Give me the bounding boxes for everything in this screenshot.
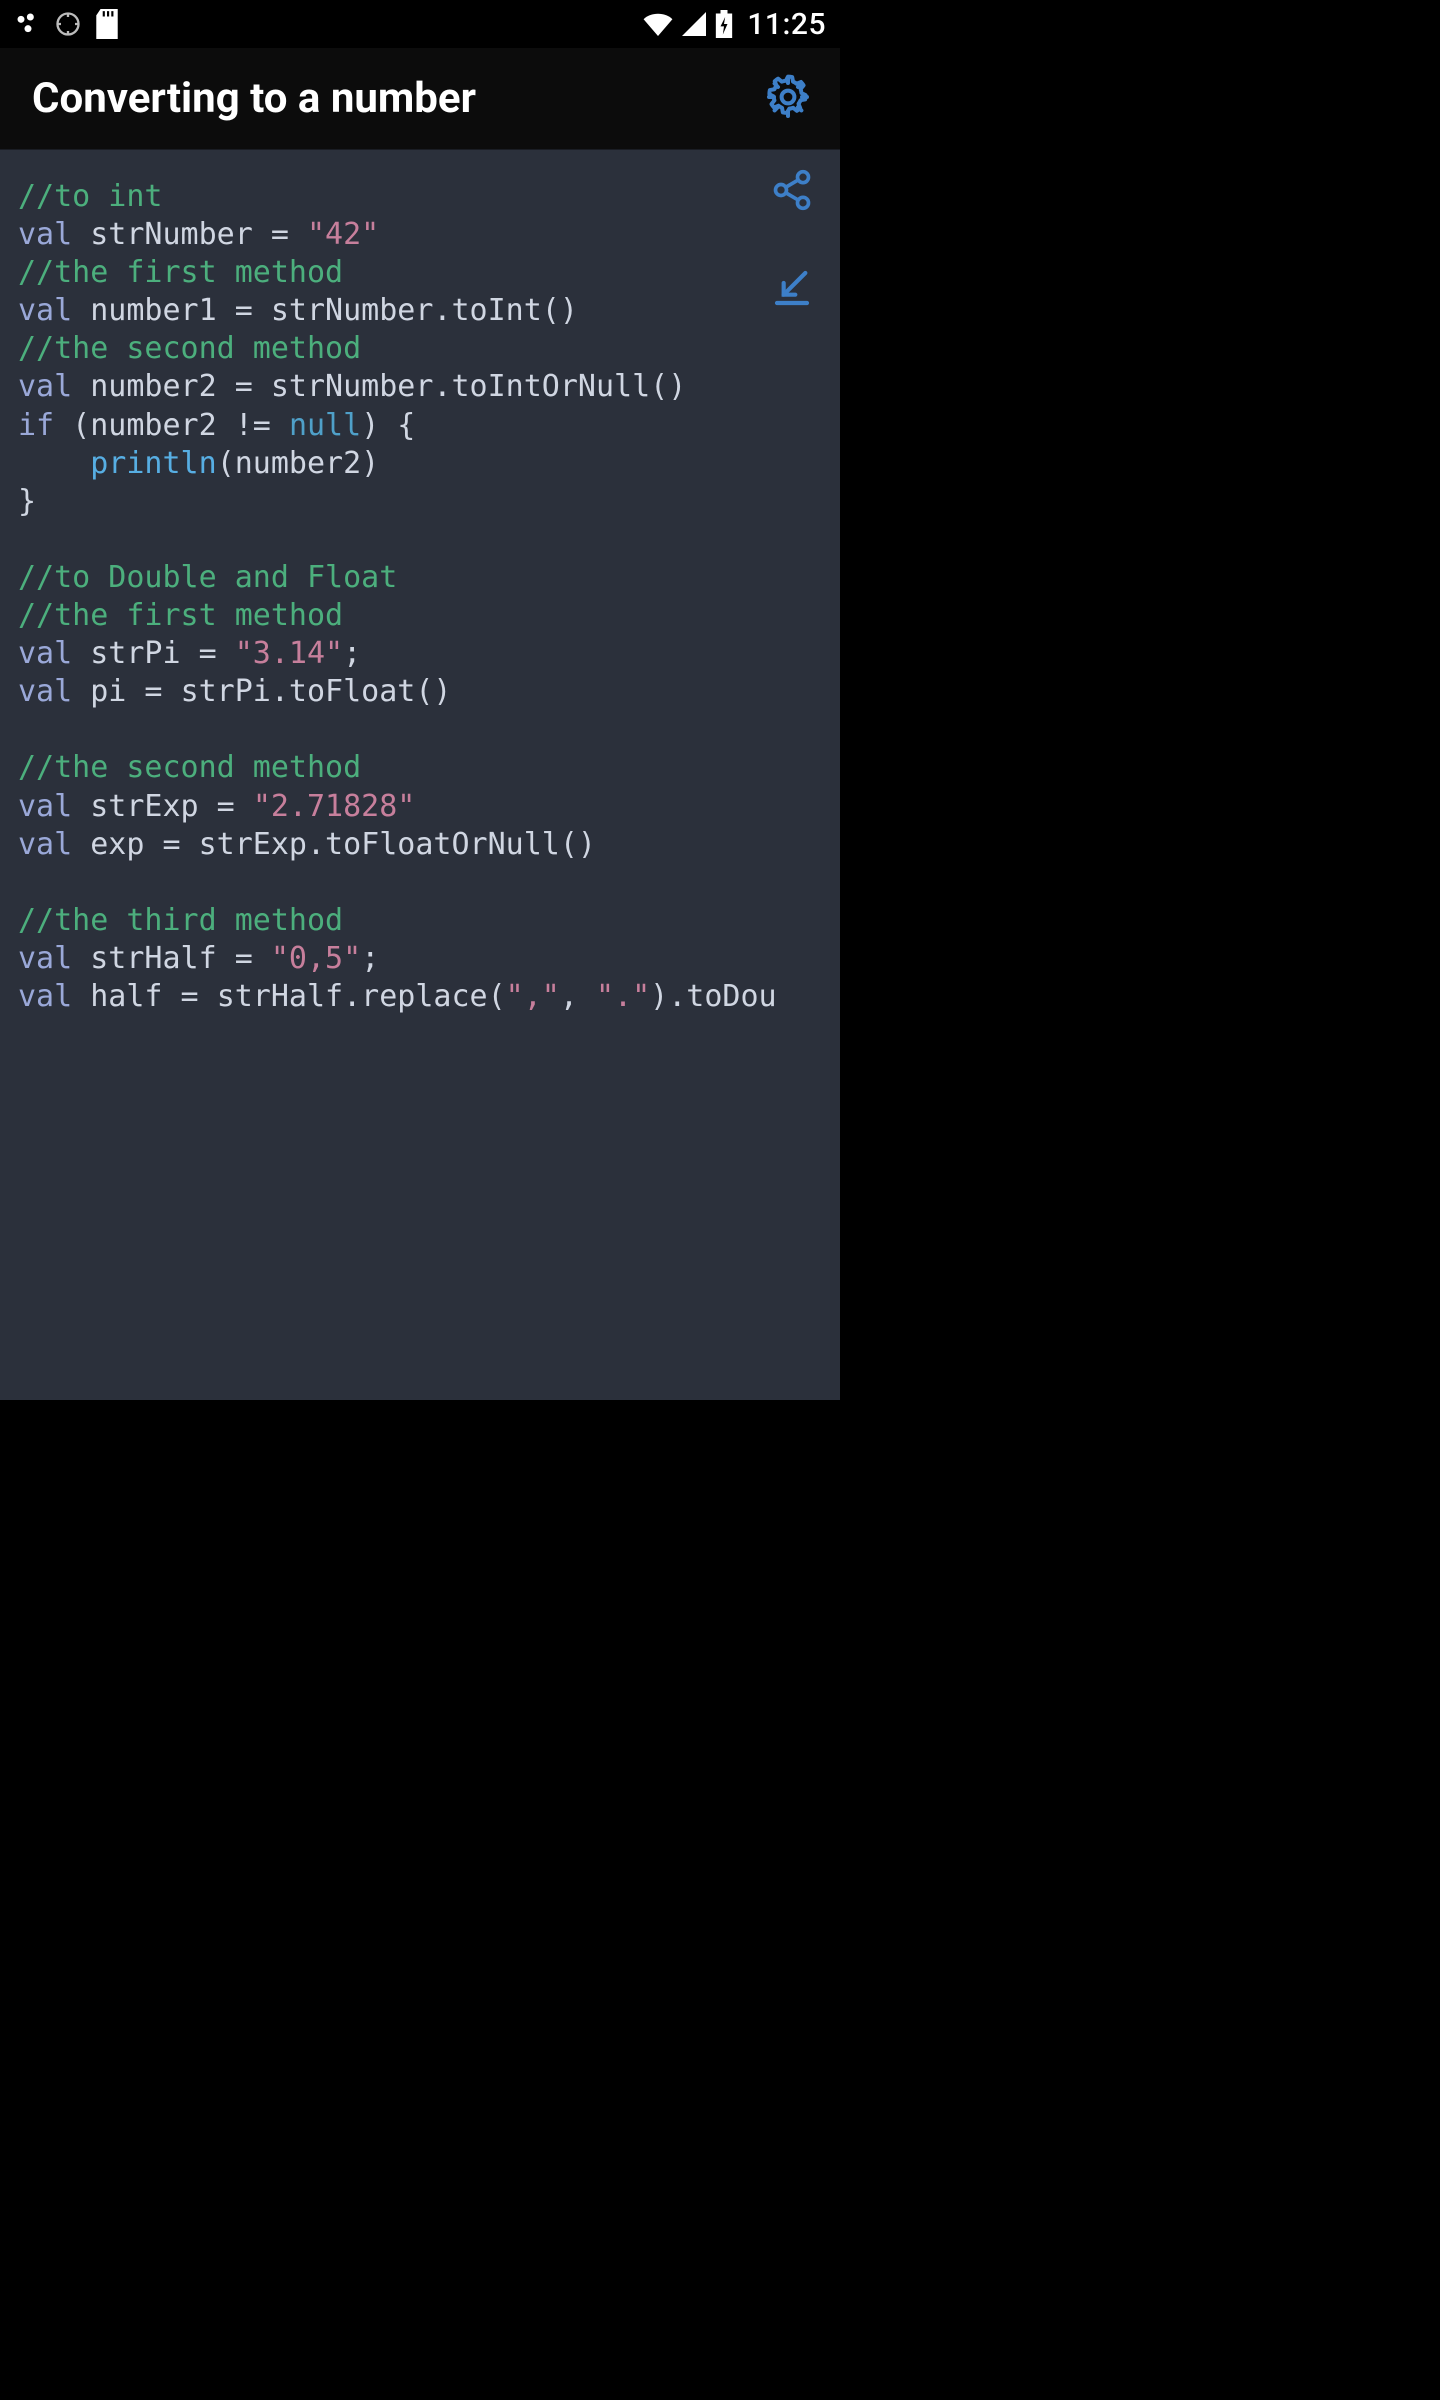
code-comment: //to int xyxy=(18,179,163,214)
share-icon xyxy=(770,168,814,216)
code-string: "0,5" xyxy=(271,941,361,976)
code-keyword: val xyxy=(18,827,72,862)
page-title: Converting to a number xyxy=(32,74,476,123)
code-expr: strNumber.toIntOrNull() xyxy=(271,369,686,404)
gear-icon xyxy=(764,73,812,125)
download-to-line-icon xyxy=(772,268,812,312)
code-punct: , xyxy=(560,979,596,1014)
code-operator: = xyxy=(199,789,253,824)
notification-dots-icon xyxy=(14,10,42,38)
code-expr: strHalf.replace( xyxy=(217,979,506,1014)
download-button[interactable] xyxy=(766,264,818,316)
code-identifier: number1 xyxy=(90,293,216,328)
code-expr: strNumber.toInt() xyxy=(271,293,578,328)
code-identifier: half xyxy=(90,979,162,1014)
battery-charging-icon xyxy=(715,10,733,38)
code-function: println xyxy=(90,446,216,481)
code-keyword: val xyxy=(18,293,72,328)
code-identifier: strPi xyxy=(90,636,180,671)
code-operator: = xyxy=(163,979,217,1014)
code-operator: = xyxy=(217,941,271,976)
code-identifier: number2 xyxy=(90,369,216,404)
code-operator: = xyxy=(144,827,198,862)
code-keyword: if xyxy=(18,408,54,443)
code-block: //to int val strNumber = "42" //the firs… xyxy=(0,150,840,1044)
settings-button[interactable] xyxy=(762,73,814,125)
code-expr: ).toDou xyxy=(650,979,776,1014)
code-keyword: val xyxy=(18,369,72,404)
code-punct: ) { xyxy=(361,408,415,443)
code-string: "." xyxy=(596,979,650,1014)
code-comment: //the third method xyxy=(18,903,343,938)
code-comment: //the first method xyxy=(18,255,343,290)
code-indent xyxy=(18,446,90,481)
code-operator: = xyxy=(126,674,180,709)
code-string: "3.14" xyxy=(235,636,343,671)
code-keyword: val xyxy=(18,674,72,709)
code-expr: strExp.toFloatOrNull() xyxy=(199,827,596,862)
status-clock: 11:25 xyxy=(747,7,826,42)
code-action-column xyxy=(766,166,818,316)
code-args: (number2) xyxy=(217,446,380,481)
sync-icon xyxy=(54,10,82,38)
code-keyword: val xyxy=(18,979,72,1014)
share-button[interactable] xyxy=(766,166,818,218)
code-identifier: pi xyxy=(90,674,126,709)
status-left-icons xyxy=(14,9,120,39)
code-comment: //the second method xyxy=(18,750,361,785)
code-keyword: val xyxy=(18,941,72,976)
code-identifier: strNumber xyxy=(90,217,253,252)
code-punct: } xyxy=(18,484,36,519)
code-operator: = xyxy=(253,217,307,252)
code-expr: (number2 != xyxy=(54,408,289,443)
code-keyword: val xyxy=(18,789,72,824)
wifi-icon xyxy=(643,12,673,36)
code-string: "42" xyxy=(307,217,379,252)
code-keyword: val xyxy=(18,217,72,252)
code-string: "2.71828" xyxy=(253,789,416,824)
code-comment: //to Double and Float xyxy=(18,560,397,595)
code-operator: = xyxy=(181,636,235,671)
code-keyword: val xyxy=(18,636,72,671)
code-expr: strPi.toFloat() xyxy=(181,674,452,709)
status-right-icons: 11:25 xyxy=(643,7,826,42)
sd-card-icon xyxy=(94,9,120,39)
code-punct: ; xyxy=(361,941,379,976)
app-bar: Converting to a number xyxy=(0,48,840,150)
code-operator: = xyxy=(217,293,271,328)
code-operator: = xyxy=(217,369,271,404)
code-comment: //the second method xyxy=(18,331,361,366)
status-bar: 11:25 xyxy=(0,0,840,48)
code-string: "," xyxy=(506,979,560,1014)
code-null: null xyxy=(289,408,361,443)
code-viewer[interactable]: //to int val strNumber = "42" //the firs… xyxy=(0,150,840,1400)
code-identifier: strHalf xyxy=(90,941,216,976)
code-identifier: exp xyxy=(90,827,144,862)
code-punct: ; xyxy=(343,636,361,671)
cell-signal-icon xyxy=(681,12,707,36)
code-comment: //the first method xyxy=(18,598,343,633)
code-identifier: strExp xyxy=(90,789,198,824)
